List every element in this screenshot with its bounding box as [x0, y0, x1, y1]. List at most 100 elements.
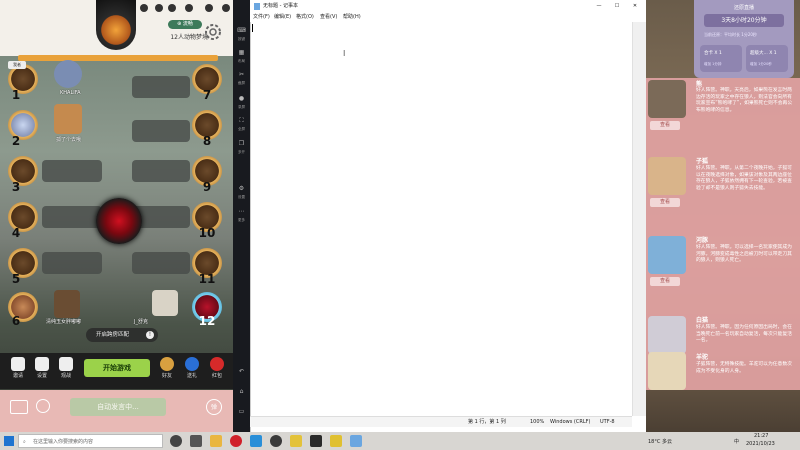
- windows-start-icon[interactable]: [4, 436, 14, 446]
- seat-number: 4: [11, 226, 21, 240]
- seat-number: 2: [11, 134, 21, 148]
- minimize-icon[interactable]: —: [592, 0, 606, 13]
- red-packet-label: 红包: [211, 373, 222, 379]
- maximize-icon[interactable]: ☐: [610, 0, 624, 13]
- avatar: [152, 290, 178, 316]
- search-placeholder: 在这里输入你要搜索的内容: [33, 439, 94, 445]
- gear-icon[interactable]: [203, 22, 223, 42]
- search-icon: ⌕: [23, 439, 26, 445]
- clock-date: 2021/10/23: [746, 441, 775, 447]
- live-card[interactable]: 合卡 X 1 增加 1分钟: [700, 45, 742, 72]
- vertical-scrollbar[interactable]: [632, 22, 646, 416]
- home-icon[interactable]: ⌂: [236, 388, 247, 397]
- role-name: 熊: [696, 81, 703, 88]
- toolbar-label: 多开: [238, 150, 245, 154]
- seat-number: 3: [11, 180, 21, 194]
- back-icon[interactable]: ↶: [236, 368, 247, 377]
- barrage-button[interactable]: 弹: [206, 399, 222, 415]
- player-name: J_舒克: [134, 319, 148, 325]
- keymap-icon[interactable]: ⌨: [236, 27, 247, 36]
- gift-icon[interactable]: [185, 357, 199, 371]
- home-icon[interactable]: [35, 357, 49, 371]
- toolbar-label: 截屏: [238, 81, 245, 85]
- close-icon[interactable]: ✕: [628, 0, 642, 13]
- center-emblem: [96, 198, 142, 244]
- task-view-icon[interactable]: [170, 435, 182, 447]
- menu-file[interactable]: 文件(F): [253, 13, 270, 22]
- live-card-sub: 增加 1分钟: [704, 62, 722, 66]
- more-icon[interactable]: ⋯: [236, 208, 247, 217]
- notepad-text-area[interactable]: [252, 24, 630, 414]
- menu-view[interactable]: 查看(V): [320, 13, 337, 22]
- emoji-icon[interactable]: [36, 399, 50, 413]
- role-name: 羊驼: [696, 354, 709, 361]
- keyboard-icon[interactable]: [10, 400, 28, 414]
- encoding: UTF-8: [600, 419, 615, 425]
- taskbar-app-icon[interactable]: [250, 435, 262, 447]
- watch-icon[interactable]: [59, 357, 73, 371]
- player-name: 清纯玉女胖嘟嘟: [46, 319, 82, 325]
- avatar: [54, 60, 82, 88]
- file-explorer-icon[interactable]: [210, 435, 222, 447]
- recent-apps-icon[interactable]: ▭: [236, 408, 247, 417]
- weather-text: 18°C 多云: [648, 439, 672, 445]
- friends-label: 好友: [161, 373, 172, 379]
- auto-speak-input[interactable]: 自动发言中...: [70, 398, 166, 416]
- role-view-button[interactable]: 查看: [650, 198, 680, 207]
- taskbar-app-icon[interactable]: [310, 435, 322, 447]
- taskbar-app-icon[interactable]: [190, 435, 202, 447]
- role-view-button[interactable]: 查看: [650, 277, 680, 286]
- seat-number: 9: [202, 180, 212, 194]
- record-icon[interactable]: ●: [236, 95, 247, 104]
- seat-number: 1: [11, 88, 21, 102]
- red-packet-icon[interactable]: [210, 357, 224, 371]
- pufferfish-role-image: [648, 236, 686, 274]
- taskbar-search-box[interactable]: ⌕ 在这里输入你要搜索的内容: [18, 434, 163, 448]
- live-timer: 3天8小时20分钟: [704, 14, 784, 27]
- menu-edit[interactable]: 编辑(E): [274, 13, 291, 22]
- taskbar-app-icon[interactable]: [290, 435, 302, 447]
- seat-slot: [132, 160, 190, 182]
- start-game-button[interactable]: 开始游戏: [84, 359, 150, 377]
- fullscreen-icon[interactable]: ⛶: [236, 117, 247, 126]
- friends-icon[interactable]: [160, 357, 174, 371]
- notepad-titlebar: 无标题 - 记事本 — ☐ ✕: [250, 0, 646, 13]
- seat-slot: [132, 252, 190, 274]
- seat-slot: [132, 120, 190, 142]
- seat-strip: [18, 55, 218, 61]
- gift-label: 送礼: [186, 373, 197, 379]
- taskbar-app-icon[interactable]: [230, 435, 242, 447]
- taskbar-app-icon[interactable]: [270, 435, 282, 447]
- status-dot: [155, 4, 163, 12]
- role-description: 好人阵营。神职。因为任何原因出局时，会在当晚死亡前一名玩家自动复活，每次只能复活…: [696, 325, 792, 343]
- taskbar-app-icon[interactable]: [330, 435, 342, 447]
- status-dot: [140, 4, 148, 12]
- screenshot-icon[interactable]: ✂: [236, 71, 247, 80]
- multi-instance-icon[interactable]: ❐: [236, 140, 247, 149]
- status-dot: [168, 4, 176, 12]
- clock-time: 21:27: [754, 433, 769, 439]
- notepad-statusbar: 第 1 行，第 1 列 100% Windows (CRLF) UTF-8: [250, 416, 632, 427]
- settings-icon[interactable]: ⚙: [236, 185, 247, 194]
- seat-number: 5: [11, 272, 21, 286]
- toolbar-label: 更多: [238, 218, 245, 222]
- menu-format[interactable]: 格式(O): [296, 13, 314, 22]
- game-logo: [96, 0, 136, 50]
- live-card[interactable]: 超级大... X 1 增加 1分20秒: [746, 45, 788, 72]
- room-name: 12人动物梦境: [170, 34, 208, 41]
- seat-number: 8: [202, 134, 212, 148]
- role-view-button[interactable]: 查看: [650, 121, 680, 130]
- role-name: 子狐: [696, 158, 709, 165]
- live-card-name: 合卡 X 1: [704, 51, 722, 56]
- info-icon[interactable]: !: [146, 331, 154, 339]
- notepad-taskbar-icon[interactable]: [350, 435, 362, 447]
- menu-help[interactable]: 帮助(H): [343, 13, 361, 22]
- toolbar-label: 全屏: [238, 127, 245, 131]
- notepad-menubar: 文件(F) 编辑(E) 格式(O) 查看(V) 帮助(H): [250, 13, 646, 22]
- layout-icon[interactable]: ▦: [236, 49, 247, 58]
- input-language[interactable]: 中: [734, 438, 739, 445]
- role-name: 河豚: [696, 237, 709, 244]
- settings-label: 设置: [36, 373, 47, 379]
- seat-number: 6: [11, 314, 21, 328]
- invite-icon[interactable]: [11, 357, 25, 371]
